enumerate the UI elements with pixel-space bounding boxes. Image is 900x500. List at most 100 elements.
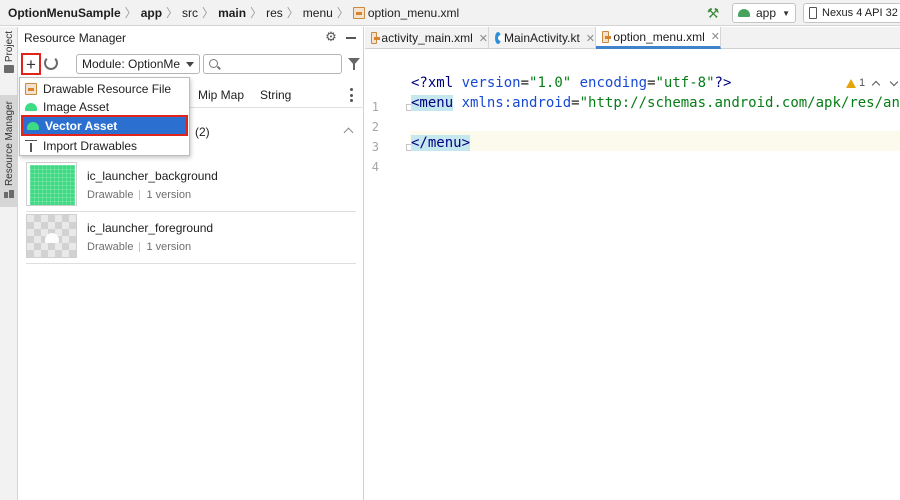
resource-versions: 1 version bbox=[146, 189, 192, 201]
resource-name: ic_launcher_background bbox=[87, 169, 218, 183]
menu-item-label: Vector Asset bbox=[45, 118, 118, 133]
android-icon bbox=[27, 121, 39, 130]
import-icon bbox=[25, 139, 37, 152]
resource-manager-toolbar: + Module: OptionMe bbox=[19, 52, 364, 78]
code-token: = bbox=[520, 75, 530, 91]
kotlin-class-icon bbox=[495, 32, 504, 44]
close-icon[interactable]: ✕ bbox=[711, 30, 720, 43]
code-token: xmlns:android bbox=[461, 95, 572, 111]
breadcrumb-res[interactable]: res bbox=[266, 6, 283, 20]
menu-item-label: Drawable Resource File bbox=[43, 81, 172, 96]
breadcrumb-app[interactable]: app bbox=[141, 6, 162, 20]
gear-icon[interactable]: ⚙ bbox=[324, 30, 338, 44]
warning-icon bbox=[846, 78, 856, 88]
meta-divider bbox=[139, 242, 141, 252]
menu-item-image-asset[interactable]: Image Asset bbox=[21, 97, 188, 116]
chevron-down-icon[interactable] bbox=[889, 77, 899, 87]
code-token: = bbox=[647, 75, 656, 91]
breadcrumb-main[interactable]: main bbox=[218, 6, 246, 20]
resource-item[interactable]: ic_launcher_foreground Drawable 1 versio… bbox=[26, 214, 356, 264]
add-resource-button[interactable]: + bbox=[21, 53, 41, 75]
tab-label: option_menu.xml bbox=[613, 29, 705, 44]
menu-item-drawable-resource-file[interactable]: Drawable Resource File bbox=[21, 79, 188, 98]
resource-manager-tool-tab[interactable]: Resource Manager bbox=[0, 95, 18, 207]
breadcrumb-menu[interactable]: menu bbox=[303, 6, 333, 20]
launcher-foreground-preview bbox=[45, 233, 59, 243]
chevron-down-icon bbox=[186, 62, 194, 67]
tab-string[interactable]: String bbox=[260, 88, 291, 102]
project-tool-tab[interactable]: Project bbox=[0, 31, 18, 81]
search-box[interactable] bbox=[203, 54, 342, 74]
chevron-down-icon: ▼ bbox=[782, 8, 790, 18]
tab-label: MainActivity.kt bbox=[503, 31, 580, 45]
line-number-gutter: 1 2 3 4 bbox=[365, 50, 410, 500]
project-tab-label: Project bbox=[3, 31, 15, 63]
device-label: Nexus 4 API 32 bbox=[822, 7, 898, 19]
refresh-icon[interactable] bbox=[44, 56, 58, 70]
resource-thumbnail bbox=[26, 162, 77, 206]
code-token: <?xml bbox=[411, 75, 462, 91]
resource-thumbnail bbox=[26, 214, 77, 258]
line-number: 1 bbox=[371, 100, 379, 114]
code-token: "utf-8" bbox=[655, 75, 715, 91]
run-config-select[interactable]: app ▼ bbox=[732, 3, 796, 23]
resource-meta: Drawable 1 version bbox=[87, 241, 191, 253]
tool-window-strip: Project Resource Manager bbox=[0, 27, 18, 500]
editor-tab-bar: activity_main.xml ✕ MainActivity.kt ✕ op… bbox=[365, 27, 900, 49]
build-hammer-icon[interactable]: ⚒ bbox=[705, 5, 721, 21]
run-config-label: app bbox=[756, 6, 777, 20]
breadcrumb-separator: 〉 bbox=[124, 6, 137, 20]
resource-meta: Drawable 1 version bbox=[87, 189, 191, 201]
filter-icon[interactable] bbox=[348, 58, 360, 70]
line-number: 2 bbox=[371, 120, 379, 134]
code-line[interactable]: </menu> bbox=[411, 133, 471, 153]
tab-option-menu-xml[interactable]: option_menu.xml ✕ bbox=[596, 27, 721, 49]
resource-type: Drawable bbox=[87, 189, 134, 201]
tab-mip-map[interactable]: Mip Map bbox=[198, 88, 244, 102]
line-number: 3 bbox=[371, 140, 379, 154]
navigation-bar: OptionMenuSample 〉 app 〉 src 〉 main 〉 re… bbox=[0, 0, 900, 26]
chevron-up-icon[interactable] bbox=[871, 80, 881, 90]
warning-count: 1 bbox=[859, 77, 866, 89]
folder-icon bbox=[4, 65, 14, 74]
code-line[interactable]: <menu xmlns:android="http://schemas.andr… bbox=[411, 93, 900, 113]
breadcrumb-file[interactable]: option_menu.xml bbox=[352, 5, 460, 20]
resource-manager-title: Resource Manager bbox=[24, 31, 127, 45]
code-token: = bbox=[571, 95, 580, 111]
add-resource-menu: Drawable Resource File Image Asset Vecto… bbox=[19, 77, 190, 156]
resource-manager-tab-label: Resource Manager bbox=[3, 101, 15, 187]
device-select[interactable]: Nexus 4 API 32 bbox=[803, 3, 900, 23]
breadcrumb-file-label: option_menu.xml bbox=[367, 5, 460, 20]
tab-label: activity_main.xml bbox=[381, 31, 473, 45]
breadcrumb-project[interactable]: OptionMenuSample bbox=[8, 6, 121, 20]
module-select[interactable]: Module: OptionMe bbox=[76, 54, 200, 74]
code-token: version bbox=[461, 75, 521, 91]
close-icon[interactable]: ✕ bbox=[479, 32, 488, 45]
breadcrumb-src[interactable]: src bbox=[182, 6, 198, 20]
search-input[interactable] bbox=[224, 56, 334, 72]
menu-item-label: Import Drawables bbox=[43, 138, 138, 153]
tab-activity-main-xml[interactable]: activity_main.xml ✕ bbox=[365, 27, 489, 49]
menu-item-import-drawables[interactable]: Import Drawables bbox=[21, 136, 188, 155]
code-token: </menu> bbox=[411, 135, 471, 151]
chevron-up-icon[interactable] bbox=[343, 127, 354, 138]
android-icon bbox=[738, 9, 750, 17]
plus-icon: + bbox=[26, 54, 36, 74]
more-vert-icon[interactable] bbox=[349, 88, 353, 102]
minimize-icon[interactable] bbox=[346, 37, 356, 39]
close-icon[interactable]: ✕ bbox=[586, 32, 595, 45]
menu-item-vector-asset[interactable]: Vector Asset bbox=[21, 115, 188, 136]
launcher-background-preview bbox=[30, 165, 75, 205]
xml-file-icon bbox=[602, 30, 612, 43]
warning-indicator[interactable]: 1 bbox=[846, 77, 865, 89]
device-icon bbox=[809, 7, 817, 19]
group-count: (2) bbox=[195, 125, 210, 139]
breadcrumb-separator: 〉 bbox=[250, 6, 263, 20]
resource-item[interactable]: ic_launcher_background Drawable 1 versio… bbox=[26, 162, 356, 212]
tab-main-activity-kt[interactable]: MainActivity.kt ✕ bbox=[489, 27, 596, 49]
module-select-label: Module: OptionMe bbox=[82, 57, 181, 71]
resource-versions: 1 version bbox=[146, 241, 192, 253]
code-line[interactable]: <?xml version="1.0" encoding="utf-8"?> bbox=[411, 73, 731, 93]
resource-name: ic_launcher_foreground bbox=[87, 221, 214, 235]
